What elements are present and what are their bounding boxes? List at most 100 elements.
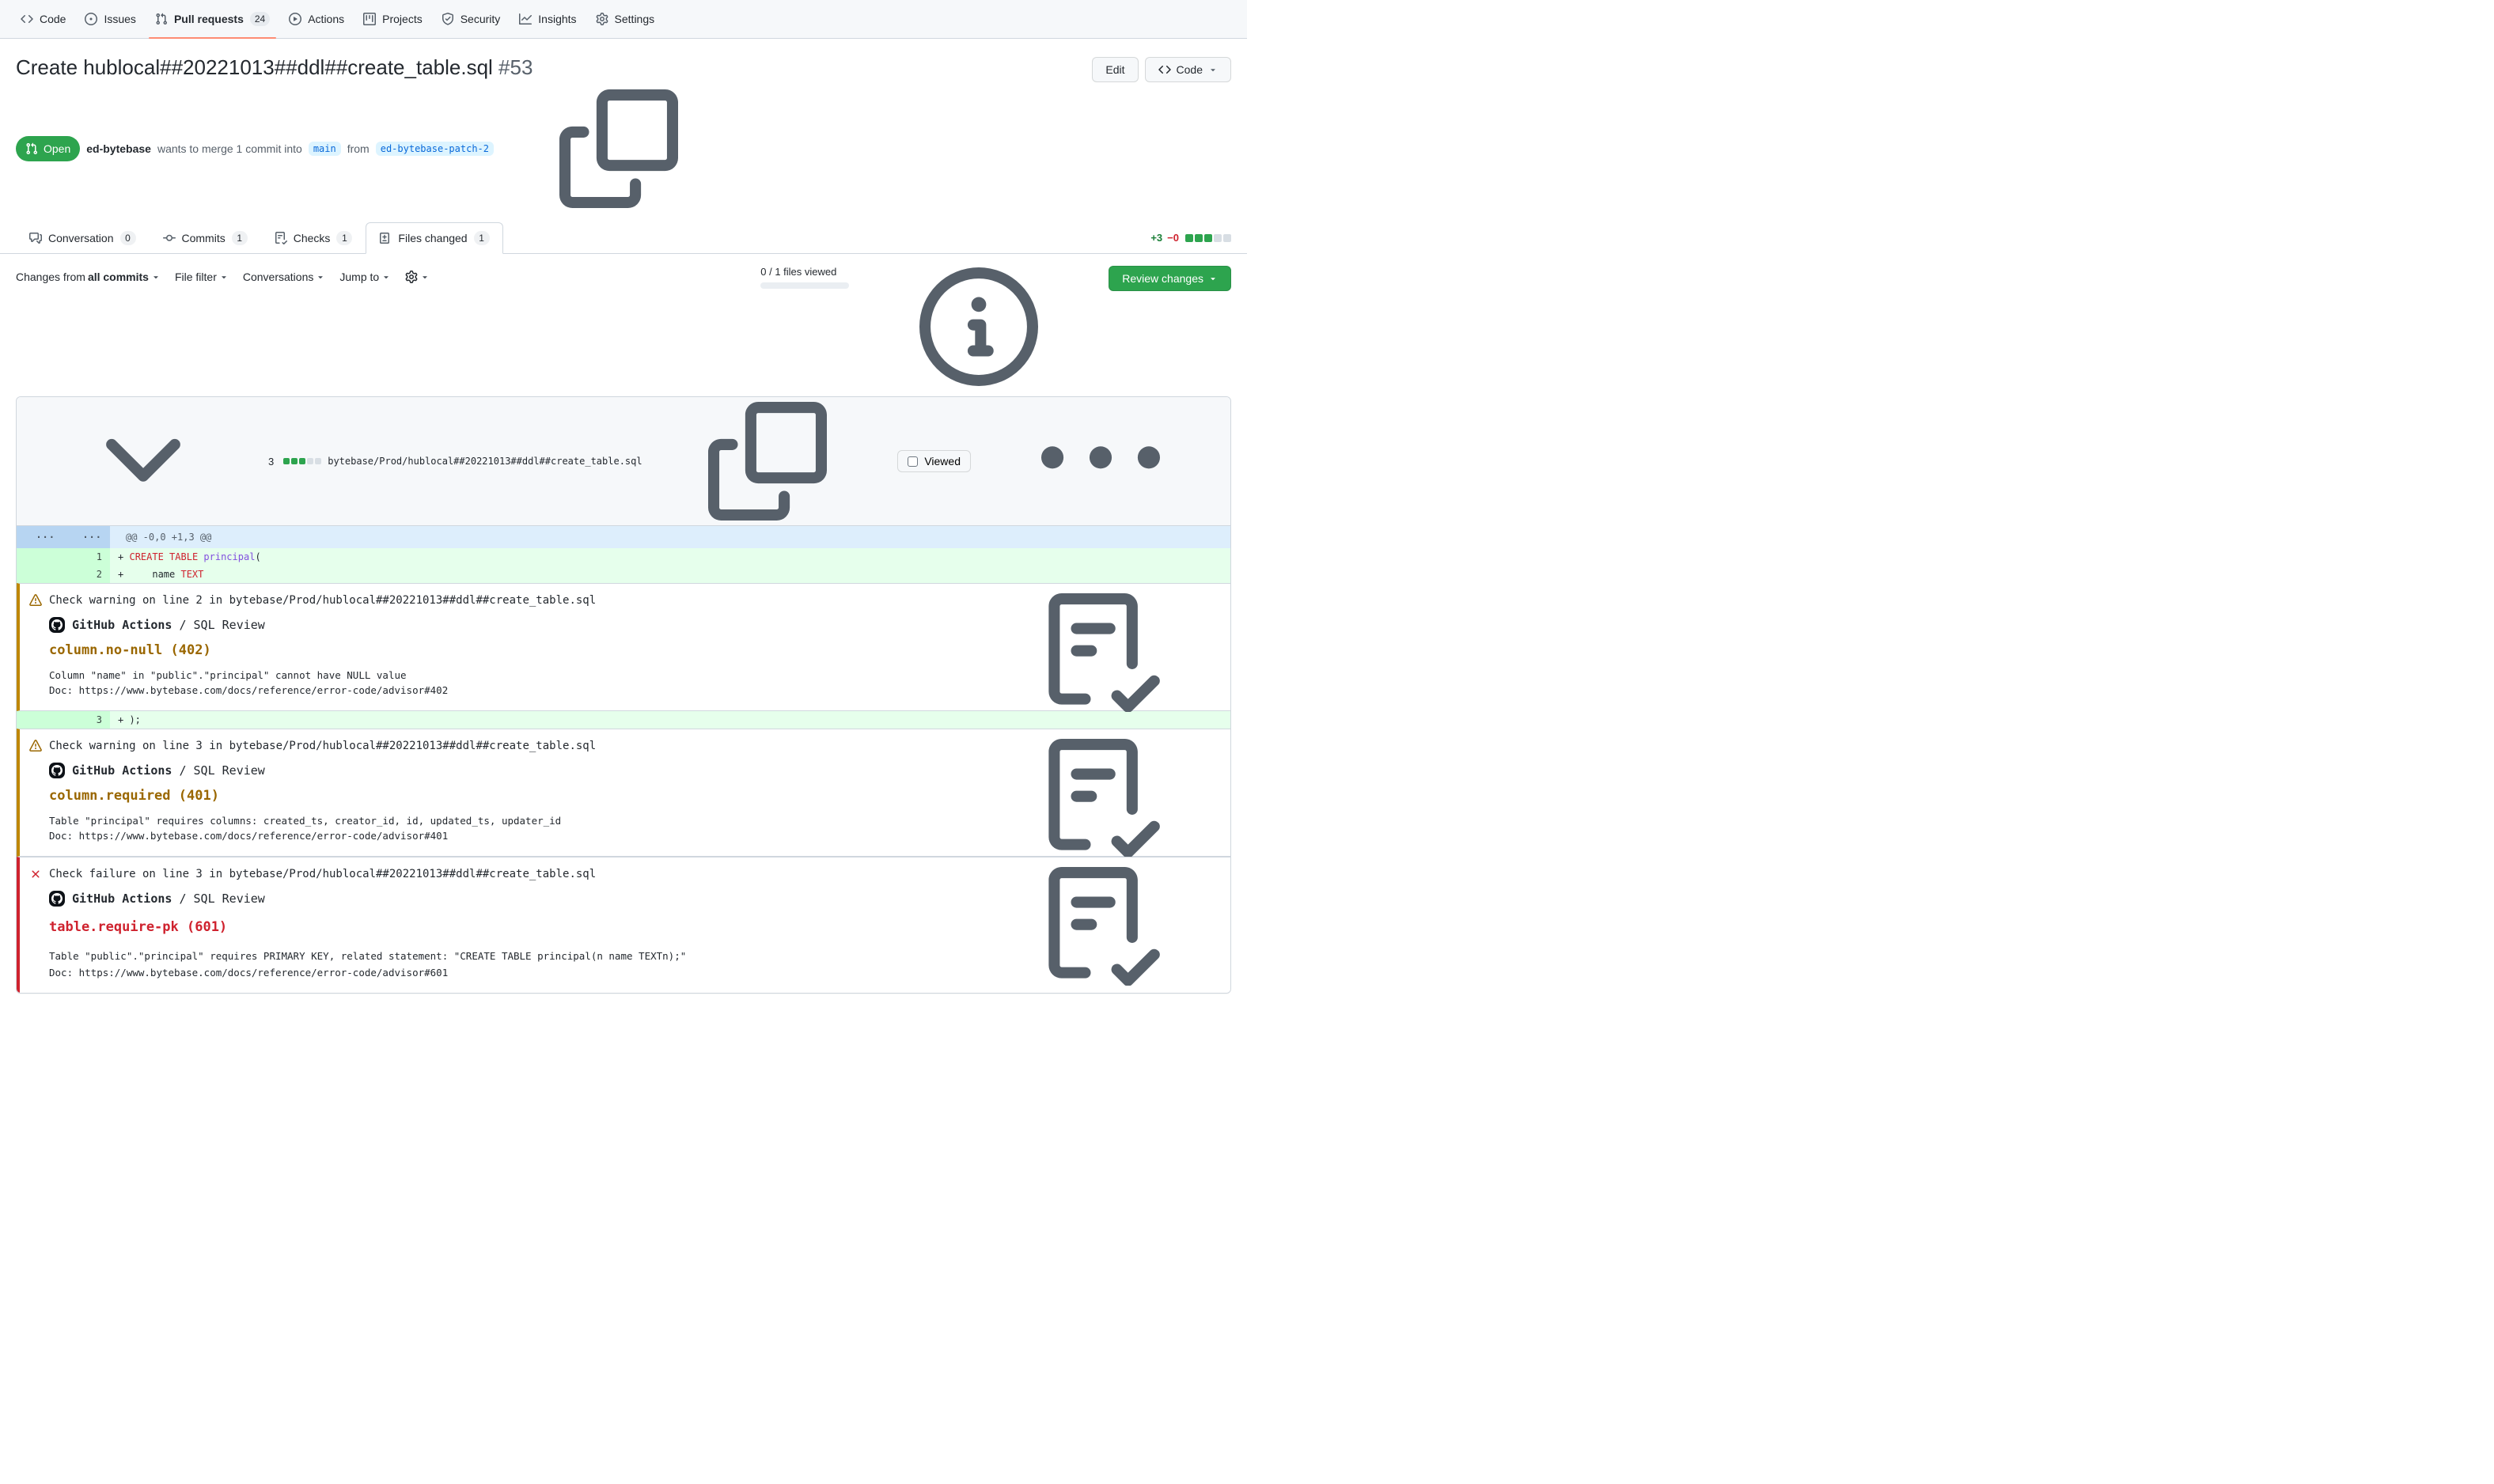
pr-tabs: Conversation 0 Commits 1 Checks 1 Files … [0, 222, 1247, 254]
copy-icon [500, 89, 737, 208]
copy-file-path-button[interactable] [649, 402, 886, 521]
merge-sentence-1: wants to merge 1 commit into [157, 142, 302, 155]
nav-item-code[interactable]: Code [14, 0, 72, 38]
nav-item-issues[interactable]: Issues [78, 0, 142, 38]
caret-down-icon [420, 272, 430, 282]
pr-header: Create hublocal##20221013##ddl##create_t… [16, 39, 1231, 208]
tab-files-changed[interactable]: Files changed 1 [366, 222, 502, 254]
nav-item-settings[interactable]: Settings [589, 0, 661, 38]
pr-meta: Open ed-bytebase wants to merge 1 commit… [16, 89, 1231, 208]
shield-icon [442, 13, 454, 25]
file-options-kebab-button[interactable] [979, 402, 1222, 521]
nav-item-projects[interactable]: Projects [357, 0, 429, 38]
tab-label: Conversation [48, 232, 114, 244]
repo-nav: Code Issues Pull requests 24 Actions Pro… [0, 0, 1247, 39]
kebab-horizontal-icon [982, 402, 1219, 521]
nav-item-label: Issues [104, 13, 135, 25]
graph-icon [519, 13, 532, 25]
edit-button-label: Edit [1105, 63, 1124, 76]
gear-icon [596, 13, 608, 25]
line-number[interactable]: 1 [63, 548, 110, 566]
diff-settings-dropdown[interactable] [405, 271, 430, 283]
view-check-run-button[interactable] [982, 739, 1219, 857]
github-mark-icon [51, 619, 63, 630]
github-mark-icon [51, 765, 63, 776]
checklist-icon [982, 739, 1219, 857]
changes-from-dropdown[interactable]: Changes from all commits [16, 271, 161, 283]
file-changes-count: 3 [268, 456, 274, 468]
check-annotation-warning-line-3: Check warning on line 3 in bytebase/Prod… [17, 729, 1230, 857]
github-actions-avatar [49, 617, 65, 633]
info-icon [860, 267, 1097, 386]
git-pull-request-icon [155, 13, 168, 25]
check-annotation-header: Check warning on line 2 in bytebase/Prod… [49, 594, 596, 607]
nav-item-security[interactable]: Security [435, 0, 507, 38]
tab-count: 0 [120, 231, 136, 245]
nav-item-insights[interactable]: Insights [513, 0, 582, 38]
nav-item-pull-requests[interactable]: Pull requests 24 [149, 0, 276, 38]
files-viewed-info-button[interactable] [860, 267, 1097, 386]
gear-icon [405, 271, 418, 283]
file-path-link[interactable]: bytebase/Prod/hublocal##20221013##ddl##c… [328, 456, 642, 467]
caret-down-icon [151, 272, 161, 282]
tab-commits[interactable]: Commits 1 [150, 222, 261, 254]
review-changes-button[interactable]: Review changes [1109, 266, 1231, 291]
tab-checks[interactable]: Checks 1 [261, 222, 366, 254]
diff-toolbar: Changes from all commits File filter Con… [16, 254, 1231, 396]
git-pull-request-icon [25, 142, 38, 155]
diff-file: 3 bytebase/Prod/hublocal##20221013##ddl#… [16, 396, 1231, 994]
tab-label: Files changed [398, 232, 467, 244]
conversations-label: Conversations [243, 271, 314, 283]
collapse-file-button[interactable] [25, 402, 262, 521]
tab-conversation[interactable]: Conversation 0 [16, 222, 150, 254]
tab-label: Checks [294, 232, 331, 244]
pr-title-text: Create hublocal##20221013##ddl##create_t… [16, 55, 493, 79]
pr-author[interactable]: ed-bytebase [86, 142, 151, 155]
x-icon [29, 868, 42, 880]
expand-hunk-button[interactable]: ··· [17, 526, 63, 548]
line-code: + CREATE TABLE principal( [110, 548, 1230, 566]
line-code: + name TEXT [110, 566, 1230, 583]
conversations-dropdown[interactable]: Conversations [243, 271, 326, 283]
expand-hunk-button[interactable]: ··· [63, 526, 110, 548]
check-app-name: GitHub Actions [72, 763, 172, 778]
checklist-icon [275, 232, 287, 244]
view-check-run-button[interactable] [982, 593, 1219, 712]
jump-to-dropdown[interactable]: Jump to [339, 271, 391, 283]
check-annotation-header: Check warning on line 3 in bytebase/Prod… [49, 740, 596, 752]
diff-line-3: 3 + ); [17, 711, 1230, 729]
tab-label: Commits [182, 232, 226, 244]
edit-button[interactable]: Edit [1092, 57, 1138, 82]
line-number[interactable]: 3 [63, 711, 110, 729]
view-check-run-button[interactable] [982, 867, 1219, 986]
hunk-header-text: @@ -0,0 +1,3 @@ [110, 526, 211, 548]
chevron-down-icon [25, 402, 262, 521]
line-number[interactable]: 2 [63, 566, 110, 583]
caret-down-icon [381, 272, 391, 282]
pr-state-badge: Open [16, 136, 80, 161]
code-button-label: Code [1177, 63, 1203, 76]
viewed-checkbox[interactable] [908, 456, 918, 467]
viewed-toggle-button[interactable]: Viewed [897, 450, 971, 472]
caret-down-icon [1208, 65, 1218, 74]
viewed-label: Viewed [924, 455, 961, 468]
head-branch-label[interactable]: ed-bytebase-patch-2 [376, 142, 494, 156]
issue-opened-icon [85, 13, 97, 25]
diff-line-1: 1 + CREATE TABLE principal( [17, 548, 1230, 566]
copy-branch-button[interactable] [500, 89, 737, 208]
check-app-name: GitHub Actions [72, 618, 172, 632]
files-viewed-label: 0 / 1 files viewed [760, 266, 849, 278]
base-branch-label[interactable]: main [309, 142, 341, 156]
code-dropdown-button[interactable]: Code [1145, 57, 1231, 82]
checklist-icon [982, 867, 1219, 986]
changes-from-label: Changes from [16, 271, 85, 283]
tab-count: 1 [336, 231, 352, 245]
file-diff-icon [379, 232, 392, 244]
merge-sentence-2: from [347, 142, 370, 155]
diffstat-blocks [1185, 234, 1231, 242]
copy-icon [649, 402, 886, 521]
nav-item-label: Actions [308, 13, 344, 25]
nav-item-actions[interactable]: Actions [282, 0, 351, 38]
project-icon [363, 13, 376, 25]
file-filter-dropdown[interactable]: File filter [175, 271, 229, 283]
